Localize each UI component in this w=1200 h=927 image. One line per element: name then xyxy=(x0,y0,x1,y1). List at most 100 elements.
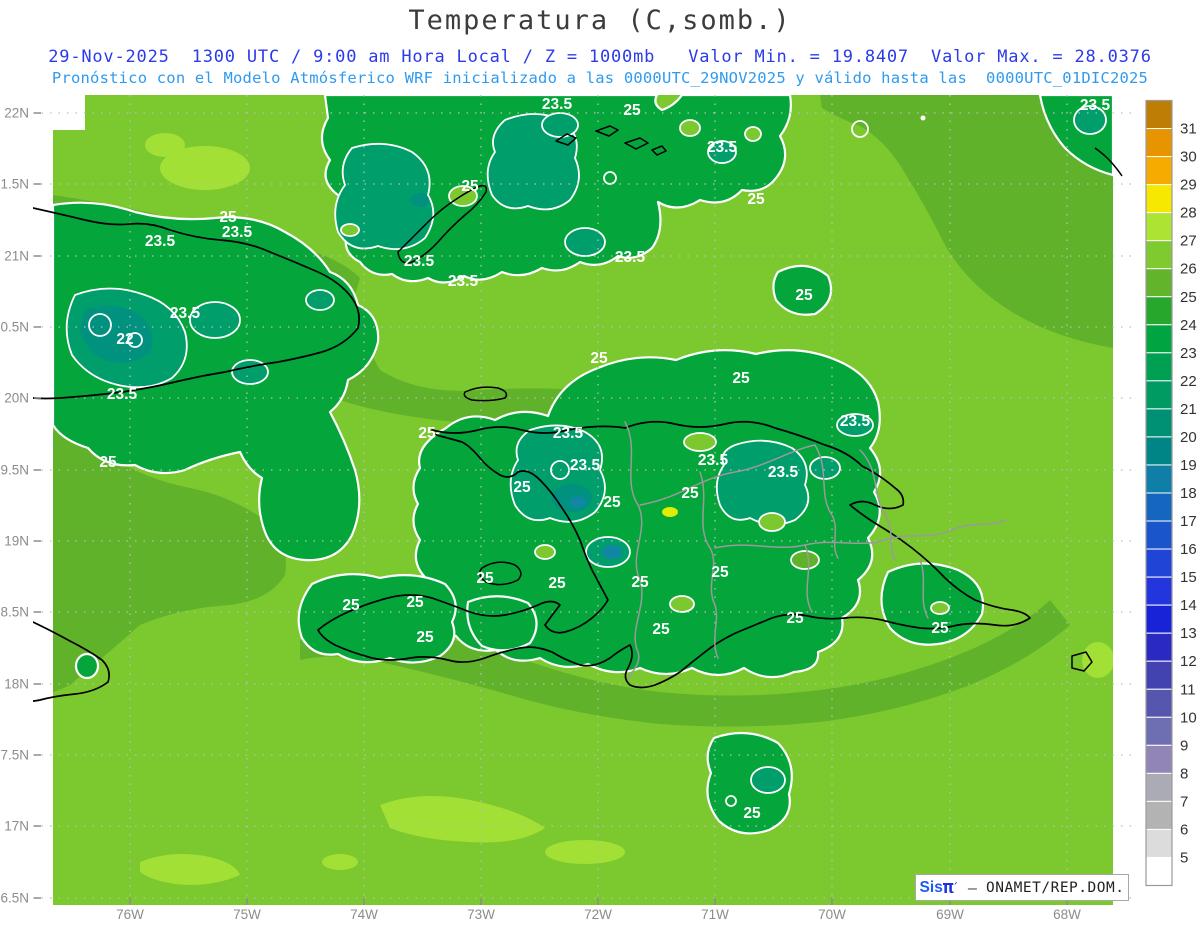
colorbar-band xyxy=(1146,857,1172,885)
contour-label-25: 25 xyxy=(795,287,813,304)
contour-label-23.5: 23.5 xyxy=(707,139,738,156)
fill-zone-27-28C xyxy=(322,854,358,870)
lon-tick-label: 69W xyxy=(936,907,964,922)
lat-tick-label: 6.5N xyxy=(0,891,29,906)
contour-label-23.5: 23.5 xyxy=(768,464,799,481)
temp-coldest-spot xyxy=(570,496,586,508)
contour-label-23.5: 23.5 xyxy=(553,425,584,442)
temp-contour-region-25C xyxy=(76,654,98,678)
contour-label-25: 25 xyxy=(418,425,436,442)
lon-tick-label: 73W xyxy=(467,907,495,922)
colorbar-band xyxy=(1146,745,1172,773)
temp-warm-hole xyxy=(341,224,359,236)
temp-warm-hole xyxy=(759,513,785,531)
contour-label-25: 25 xyxy=(931,620,949,637)
contour-label-25: 25 xyxy=(603,494,621,511)
contour-label-25: 25 xyxy=(743,805,761,822)
colorbar-band xyxy=(1146,801,1172,829)
colorbar-label: 27 xyxy=(1180,233,1197,250)
colorbar-label: 23 xyxy=(1180,345,1197,362)
colorbar-label: 30 xyxy=(1180,149,1197,166)
temp-contour-region-25C xyxy=(299,574,456,662)
colorbar-label: 10 xyxy=(1180,709,1197,726)
colorbar-band xyxy=(1146,129,1172,157)
lat-tick-label: 8.5N xyxy=(0,605,29,620)
lon-tick-label: 75W xyxy=(233,907,261,922)
contour-label-25: 25 xyxy=(747,191,765,208)
colorbar-label: 15 xyxy=(1180,569,1197,586)
branding-box: Sisπ´ – ONAMET/REP.DOM. xyxy=(915,874,1129,901)
contour-label-23.5: 23.5 xyxy=(170,305,201,322)
temp-coldest-spot xyxy=(602,545,622,559)
colorbar-band xyxy=(1146,325,1172,353)
lat-tick-label: 20N xyxy=(4,391,29,406)
colorbar-label: 17 xyxy=(1180,513,1197,530)
colorbar-band xyxy=(1146,353,1172,381)
contour-label-23.5: 23.5 xyxy=(448,273,479,290)
contour-label-23.5: 23.5 xyxy=(404,253,435,270)
contour-label-25: 25 xyxy=(631,574,649,591)
colorbar-label: 8 xyxy=(1180,765,1188,782)
colorbar-band xyxy=(1146,773,1172,801)
temp-contour-region-23p5C xyxy=(306,290,334,310)
lat-tick-label: 9.5N xyxy=(0,463,29,478)
colorbar-label: 6 xyxy=(1180,821,1188,838)
fill-zone-27-28C xyxy=(545,840,625,864)
temp-contour-region-23p5C xyxy=(717,441,809,525)
colorbar-band xyxy=(1146,437,1172,465)
colorbar-band xyxy=(1146,269,1172,297)
lat-tick-label: 0.5N xyxy=(0,320,29,335)
colorbar-band xyxy=(1146,101,1172,129)
colorbar-label: 14 xyxy=(1180,597,1197,614)
temp-contour-region-25C xyxy=(467,596,536,650)
colorbar-band xyxy=(1146,297,1172,325)
temp-warm-hole xyxy=(535,545,555,559)
colorbar-label: 22 xyxy=(1180,373,1197,390)
contour-label-22: 22 xyxy=(116,331,133,348)
colorbar-label: 7 xyxy=(1180,793,1188,810)
temp-warm-hole xyxy=(684,433,716,451)
color-scale: 3130292827262524232221201918171615141312… xyxy=(1146,101,1197,886)
colorbar-label: 18 xyxy=(1180,485,1197,502)
colorbar-band xyxy=(1146,605,1172,633)
colorbar-label: 9 xyxy=(1180,737,1188,754)
lat-tick-label: 22N xyxy=(4,106,29,121)
colorbar-band xyxy=(1146,213,1172,241)
colorbar-band xyxy=(1146,409,1172,437)
contour-label-23.5: 23.5 xyxy=(145,233,176,250)
colorbar-band xyxy=(1146,661,1172,689)
pi-accent: ´ xyxy=(952,881,959,895)
contour-label-23.5: 23.5 xyxy=(615,249,646,266)
temp-contour-region-23p5C xyxy=(751,767,785,793)
product-name: Sis xyxy=(920,879,943,897)
lat-tick-label: 18N xyxy=(4,677,29,692)
lat-tick-label: 21N xyxy=(4,249,29,264)
colorbar-band xyxy=(1146,241,1172,269)
colorbar-label: 21 xyxy=(1180,401,1197,418)
contour-label-25: 25 xyxy=(681,485,699,502)
org-name: ONAMET/REP.DOM. xyxy=(986,880,1124,896)
colorbar-band xyxy=(1146,185,1172,213)
temp-contour-region-23p5C xyxy=(542,113,578,137)
contour-label-23.5: 23.5 xyxy=(107,386,138,403)
colorbar-label: 20 xyxy=(1180,429,1197,446)
contour-label-25: 25 xyxy=(711,564,729,581)
contour-label-25: 25 xyxy=(732,370,750,387)
contour-label-23.5: 23.5 xyxy=(1080,97,1111,114)
colorbar-label: 5 xyxy=(1180,849,1188,866)
temp-cold-core xyxy=(411,193,429,207)
colorbar-label: 16 xyxy=(1180,541,1197,558)
contour-label-23.5: 23.5 xyxy=(542,96,573,113)
colorbar-band xyxy=(1146,157,1172,185)
colorbar-band xyxy=(1146,633,1172,661)
colorbar-label: 12 xyxy=(1180,653,1197,670)
colorbar-label: 31 xyxy=(1180,121,1197,138)
forecast-map: 23.5 25 23.5 23.5 25 25 25 23.5 23.5 23.5 23.5 23.5… xyxy=(0,0,1200,927)
lon-tick-label: 74W xyxy=(350,907,378,922)
temp-warm-hole xyxy=(670,596,694,612)
temp-contour-dot xyxy=(921,116,926,121)
contour-label-23.5: 23.5 xyxy=(222,224,253,241)
colorbar-label: 28 xyxy=(1180,205,1197,222)
fill-zone-27-28C xyxy=(145,133,185,157)
temp-contour-region-23p5C xyxy=(810,457,840,479)
